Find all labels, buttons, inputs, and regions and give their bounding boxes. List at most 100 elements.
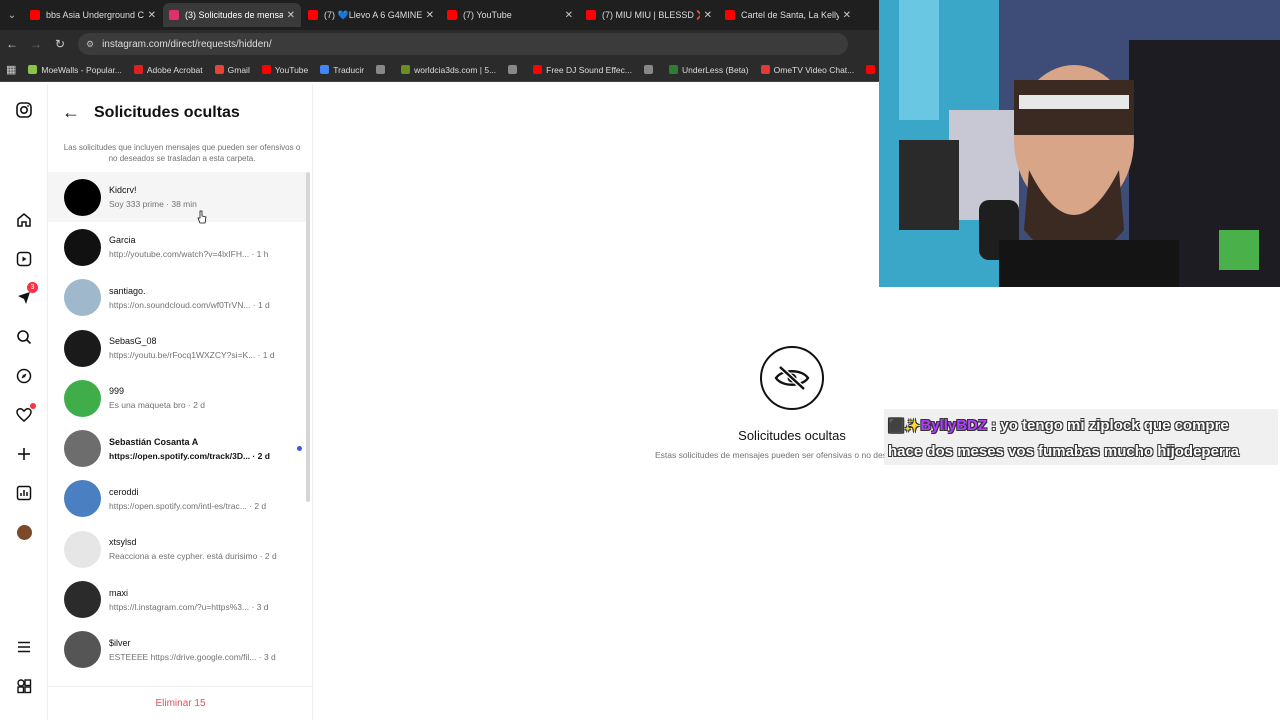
bookmark-label: worldcia3ds.com | 5... [414, 64, 497, 75]
request-list: Kidcrv! Soy 333 prime · 38 min Garcia http:… [48, 172, 306, 675]
bookmark-label: UnderLess (Beta) [682, 64, 749, 75]
bookmark-item[interactable]: YouTube [261, 65, 308, 75]
bookmark-item[interactable]: MoeWalls - Popular... [28, 64, 122, 75]
delete-all-button[interactable]: Eliminar 15 [48, 686, 313, 720]
bookmark-favicon-icon [669, 65, 678, 74]
bookmark-favicon-icon [760, 65, 770, 74]
request-preview: Es una maqueta bro · 2 d [109, 400, 205, 411]
site-info-icon[interactable]: ⚙ [86, 39, 94, 50]
tab-search-icon[interactable]: ⌄ [0, 0, 24, 30]
instagram-nav-rail: 3 [0, 84, 48, 720]
browser-tab[interactable]: Cartel de Santa, La Kelly - ✕ [719, 3, 857, 27]
tab-label: (7) MIU MIU | BLESSD ❌ [602, 9, 700, 20]
empty-state-title: Solicitudes ocultas [738, 428, 846, 443]
request-preview: Soy 333 prime · 38 min [109, 199, 197, 210]
messages-icon[interactable]: 3 [12, 282, 38, 310]
hand-cursor-icon [197, 210, 207, 224]
browser-tab[interactable]: (3) Solicitudes de mensaje ✕ [163, 3, 301, 27]
bookmark-favicon-icon [133, 65, 143, 74]
explore-icon[interactable] [12, 364, 36, 388]
browser-tab[interactable]: (7) 💙Llevo A 6 G4MINES ✕ [302, 3, 440, 27]
reload-icon[interactable]: ↻ [48, 30, 72, 58]
reels-icon[interactable] [12, 247, 36, 271]
bookmark-label: OmeTV Video Chat... [773, 64, 855, 75]
home-icon[interactable] [12, 208, 36, 232]
request-username: 999 [109, 386, 125, 397]
close-tab-icon[interactable]: ✕ [426, 10, 434, 21]
panel-header: ← Solicitudes ocultas [62, 102, 240, 123]
request-preview: https://youtu.be/rFocq1WXZCY?si=K... · 1… [109, 350, 275, 361]
request-row[interactable]: maxi https://l.instagram.com/?u=https%3..… [48, 574, 306, 624]
list-scrollbar[interactable] [306, 172, 310, 502]
request-username: maxi [109, 587, 129, 598]
request-username: santiago. [109, 285, 146, 296]
notification-dot [30, 403, 36, 409]
more-apps-icon[interactable] [12, 674, 36, 698]
bookmark-item[interactable]: Adobe Acrobat [133, 64, 203, 75]
menu-icon[interactable] [12, 635, 36, 659]
bookmark-item[interactable]: Traducir [320, 65, 364, 75]
bookmark-item[interactable] [508, 65, 521, 75]
tab-favicon-icon [447, 10, 457, 20]
request-username: ceroddi [109, 486, 139, 497]
bookmark-item[interactable]: Gmail [214, 65, 250, 75]
request-preview: Reacciona a este cypher. está durisimo ·… [109, 551, 277, 562]
avatar [64, 530, 101, 568]
request-row[interactable]: SebasG_08 https://youtu.be/rFocq1WXZCY?si… [48, 323, 306, 373]
bookmark-label: MoeWalls - Popular... [41, 64, 122, 75]
request-row[interactable]: santiago. https://on.soundcloud.com/wf0Tr… [48, 273, 306, 323]
dashboard-icon[interactable] [12, 481, 36, 505]
back-arrow-icon[interactable]: ← [62, 102, 80, 123]
request-row[interactable]: xtsylsd Reacciona a este cypher. está dur… [48, 524, 306, 574]
bookmark-item[interactable]: Free DJ Sound Effec... [533, 65, 632, 75]
request-row[interactable]: Kidcrv! Soy 333 prime · 38 min [48, 172, 306, 223]
request-username: xtsylsd [109, 537, 137, 548]
create-icon[interactable] [12, 442, 36, 466]
search-icon[interactable] [12, 325, 36, 349]
address-bar[interactable]: ⚙ instagram.com/direct/requests/hidden/ [78, 33, 848, 55]
avatar [64, 379, 101, 417]
request-preview: https://open.spotify.com/intl-es/trac...… [109, 500, 267, 511]
bookmark-item[interactable]: OmeTV Video Chat... [760, 64, 855, 75]
bookmark-item[interactable] [376, 65, 389, 75]
apps-icon[interactable]: ▦ [6, 63, 16, 76]
hidden-eye-icon [760, 346, 824, 410]
instagram-logo-icon[interactable] [12, 98, 36, 122]
bookmark-label: Adobe Acrobat [146, 64, 203, 75]
avatar [64, 178, 101, 216]
request-row[interactable]: Garcia http://youtube.com/watch?v=4lxIFH.… [48, 222, 306, 272]
messages-badge: 3 [27, 282, 38, 293]
forward-icon[interactable]: → [24, 30, 48, 58]
close-tab-icon[interactable]: ✕ [843, 10, 851, 21]
back-icon[interactable]: ← [0, 30, 24, 58]
hidden-requests-panel: ← Solicitudes ocultas Las solicitudes qu… [48, 84, 313, 720]
request-username: Sebastián Cosanta A [109, 436, 199, 447]
chat-username: ByllyBDZ [920, 417, 988, 434]
bookmark-item[interactable] [644, 65, 657, 75]
panel-description: Las solicitudes que incluyen mensajes qu… [63, 143, 301, 163]
bookmark-item[interactable]: worldcia3ds.com | 5... [401, 65, 496, 75]
close-tab-icon[interactable]: ✕ [148, 10, 156, 21]
bookmark-favicon-icon [376, 65, 386, 74]
avatar [64, 430, 101, 468]
request-row[interactable]: ceroddi https://open.spotify.com/intl-es/… [48, 474, 306, 524]
avatar [64, 279, 101, 317]
browser-tab[interactable]: (7) YouTube ✕ [441, 3, 579, 27]
close-tab-icon[interactable]: ✕ [287, 10, 295, 21]
bookmark-favicon-icon [320, 65, 330, 74]
tab-label: Cartel de Santa, La Kelly - [741, 10, 839, 20]
request-row[interactable]: Sebastián Cosanta A https://open.spotify.… [48, 423, 306, 473]
notifications-heart-icon[interactable] [12, 403, 36, 427]
page-title: Solicitudes ocultas [94, 103, 240, 121]
browser-tab[interactable]: bbs Asia Underground Cy ✕ [24, 3, 162, 27]
bookmark-item[interactable]: UnderLess (Beta) [669, 65, 749, 75]
chat-text-1: : yo tengo mi ziplock que compre [987, 417, 1229, 434]
request-row[interactable]: $ilver ESTEEEE https://drive.google.com/f… [48, 625, 306, 675]
request-username: SebasG_08 [109, 336, 157, 347]
request-row[interactable]: 999 Es una maqueta bro · 2 d [48, 373, 306, 423]
profile-avatar-icon[interactable] [12, 520, 36, 544]
avatar [64, 631, 101, 669]
browser-tab[interactable]: (7) MIU MIU | BLESSD ❌ ✕ [580, 3, 718, 27]
close-tab-icon[interactable]: ✕ [565, 10, 573, 21]
close-tab-icon[interactable]: ✕ [704, 10, 712, 21]
